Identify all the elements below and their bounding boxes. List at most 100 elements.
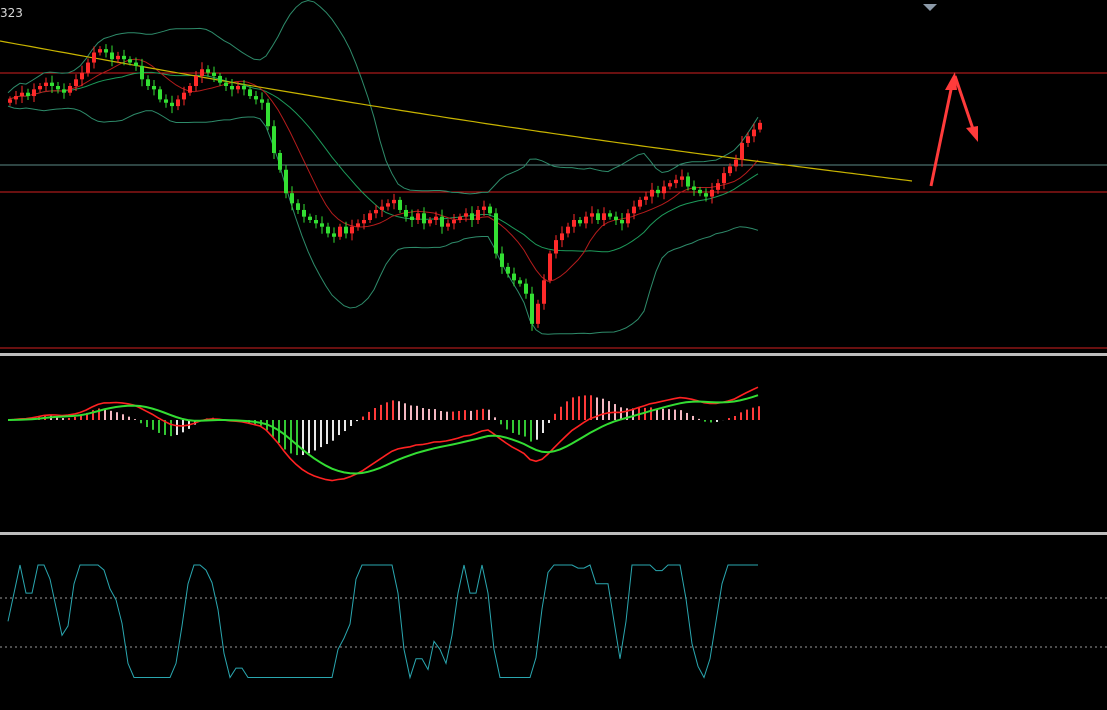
- candle-body: [230, 86, 234, 90]
- candle-body: [434, 216, 438, 220]
- candle-body: [326, 226, 330, 234]
- candle-body: [224, 82, 228, 86]
- candle-body: [248, 89, 252, 97]
- candle-body: [110, 52, 114, 60]
- candle-body: [398, 199, 402, 210]
- candle-body: [38, 86, 42, 90]
- candle-body: [104, 49, 108, 53]
- chart-root: 323: [0, 0, 1107, 710]
- candle-body: [728, 166, 732, 174]
- candle-body: [602, 213, 606, 220]
- candle-body: [452, 220, 456, 224]
- candle-body: [740, 142, 744, 160]
- candle-body: [158, 89, 162, 100]
- candle-body: [74, 79, 78, 86]
- candle-body: [410, 216, 414, 220]
- candle-body: [350, 226, 354, 234]
- candle-body: [482, 206, 486, 210]
- candle-body: [290, 193, 294, 204]
- candle-body: [680, 176, 684, 180]
- candle-body: [212, 72, 216, 76]
- candle-body: [266, 102, 270, 127]
- candle-body: [260, 99, 264, 103]
- candle-body: [596, 213, 600, 220]
- separator-price-macd: [0, 353, 1107, 356]
- candle-body: [92, 52, 96, 63]
- candle-body: [200, 69, 204, 76]
- candle-body: [278, 153, 282, 170]
- candle-body: [116, 55, 120, 60]
- candle-body: [380, 206, 384, 210]
- candle-body: [548, 253, 552, 281]
- candle-body: [572, 220, 576, 227]
- candle-body: [494, 213, 498, 254]
- candle-body: [50, 82, 54, 86]
- candle-body: [392, 199, 396, 204]
- candle-body: [386, 203, 390, 207]
- candle-body: [644, 196, 648, 200]
- candle-body: [140, 65, 144, 80]
- candle-body: [44, 82, 48, 86]
- candle-body: [32, 89, 36, 97]
- candle-body: [416, 213, 420, 220]
- chart-canvas: [0, 0, 1107, 710]
- candle-body: [698, 189, 702, 194]
- candle-body: [650, 189, 654, 197]
- candle-body: [320, 223, 324, 227]
- candle-body: [338, 226, 342, 237]
- candle-body: [182, 92, 186, 100]
- candle-body: [722, 173, 726, 184]
- candle-body: [194, 75, 198, 86]
- candle-body: [608, 213, 612, 217]
- candle-body: [536, 303, 540, 324]
- candle-body: [668, 183, 672, 187]
- candle-body: [440, 216, 444, 227]
- candle-body: [512, 273, 516, 281]
- candle-body: [530, 293, 534, 324]
- candle-body: [164, 99, 168, 103]
- candle-body: [176, 99, 180, 107]
- candle-body: [314, 220, 318, 224]
- candle-body: [686, 176, 690, 187]
- candle-body: [374, 209, 378, 214]
- candle-body: [98, 49, 102, 53]
- candle-body: [254, 96, 258, 100]
- candle-body: [620, 220, 624, 224]
- candle-body: [80, 72, 84, 80]
- candle-body: [578, 220, 582, 224]
- candle-body: [746, 136, 750, 143]
- candle-body: [128, 59, 132, 63]
- candle-body: [542, 280, 546, 304]
- candle-body: [638, 199, 642, 207]
- candle-body: [362, 220, 366, 224]
- candle-body: [590, 213, 594, 217]
- candle-body: [68, 86, 72, 93]
- candle-body: [752, 129, 756, 137]
- candle-body: [656, 189, 660, 194]
- candle-body: [758, 122, 762, 130]
- candle-body: [146, 79, 150, 86]
- candle-body: [188, 86, 192, 93]
- corner-label: 323: [0, 6, 23, 20]
- candle-body: [368, 213, 372, 220]
- candle-body: [446, 223, 450, 227]
- candle-body: [584, 216, 588, 224]
- candle-body: [356, 223, 360, 227]
- candle-body: [152, 86, 156, 90]
- candle-body: [308, 216, 312, 220]
- candle-body: [218, 75, 222, 83]
- candle-body: [692, 186, 696, 190]
- candle-body: [626, 213, 630, 224]
- candle-body: [488, 206, 492, 214]
- candle-body: [26, 92, 30, 97]
- candle-body: [734, 159, 738, 167]
- candle-body: [344, 226, 348, 234]
- candle-body: [662, 186, 666, 194]
- candle-body: [170, 102, 174, 107]
- candle-body: [704, 193, 708, 197]
- candle-body: [272, 126, 276, 153]
- candle-body: [422, 213, 426, 224]
- candle-body: [674, 179, 678, 184]
- candle-body: [242, 86, 246, 90]
- candle-body: [8, 99, 12, 103]
